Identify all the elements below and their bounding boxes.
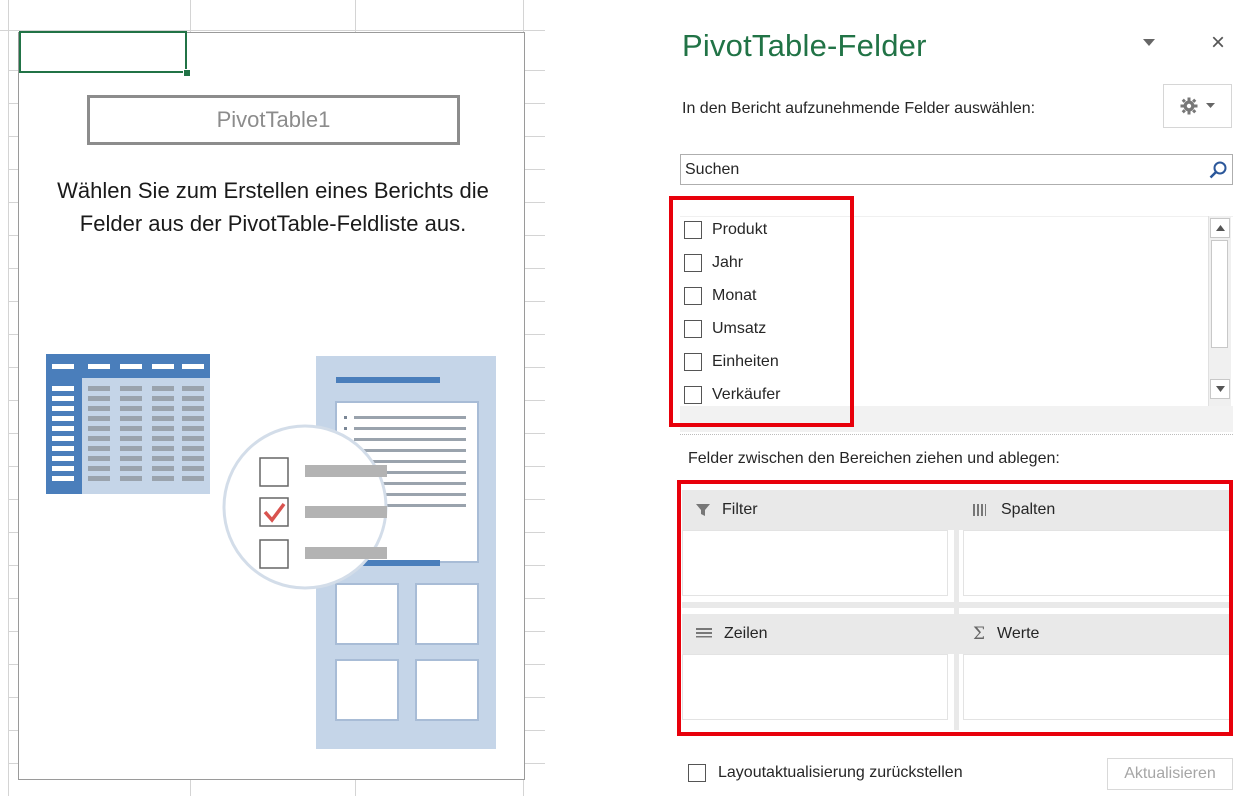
grid-line — [190, 0, 191, 32]
grid-line — [524, 466, 545, 467]
grid-line — [524, 730, 545, 731]
grid-line — [524, 697, 545, 698]
chevron-down-icon — [1143, 39, 1155, 46]
update-button[interactable]: Aktualisieren — [1107, 758, 1233, 790]
scroll-up-button[interactable] — [1210, 218, 1230, 238]
grid-line — [9, 136, 18, 137]
scroll-down-button[interactable] — [1210, 379, 1230, 399]
grid-line — [9, 466, 18, 467]
search-box — [680, 154, 1233, 185]
fill-handle[interactable] — [183, 69, 191, 77]
defer-layout-label: Layoutaktualisierung zurückstellen — [718, 764, 963, 781]
grid-line — [524, 235, 545, 236]
grid-line — [9, 334, 18, 335]
grid-line — [524, 664, 545, 665]
grid-line — [524, 433, 545, 434]
search-icon[interactable] — [1208, 160, 1228, 180]
highlight-areas — [677, 480, 1233, 736]
highlight-field-list — [669, 196, 854, 427]
selected-cell[interactable] — [19, 31, 187, 73]
grid-line — [524, 598, 545, 599]
grid-line — [524, 334, 545, 335]
grid-line — [9, 400, 18, 401]
grid-line — [524, 301, 545, 302]
grid-line — [9, 697, 18, 698]
field-list-settings-button[interactable] — [1163, 84, 1232, 128]
grid-line — [9, 565, 18, 566]
grid-line — [524, 367, 545, 368]
grid-line — [9, 235, 18, 236]
grid-line — [524, 136, 545, 137]
grid-line — [524, 499, 545, 500]
grid-line — [9, 169, 18, 170]
pane-footer: Layoutaktualisierung zurückstellen Aktua… — [680, 758, 1233, 790]
grid-line — [9, 664, 18, 665]
grid-line — [355, 0, 356, 32]
pivot-instructions: Wählen Sie zum Erstellen eines Berichts … — [57, 178, 489, 236]
grid-line — [9, 763, 18, 764]
grid-line — [9, 730, 18, 731]
grid-line — [9, 631, 18, 632]
grid-line — [9, 367, 18, 368]
search-input[interactable] — [683, 155, 1197, 184]
grid-line — [9, 433, 18, 434]
defer-layout-checkbox[interactable] — [688, 764, 706, 782]
pane-splitter[interactable] — [680, 434, 1233, 435]
drag-fields-label: Felder zwischen den Bereichen ziehen und… — [688, 450, 1060, 467]
grid-line — [524, 268, 545, 269]
grid-line — [524, 202, 545, 203]
grid-line — [9, 301, 18, 302]
grid-line — [9, 70, 18, 71]
grid-line — [9, 268, 18, 269]
grid-line — [9, 202, 18, 203]
gear-icon — [1180, 97, 1198, 115]
pivot-table-illustration-icon — [46, 354, 496, 749]
grid-line — [524, 70, 545, 71]
pivot-table-name: PivotTable1 — [87, 95, 460, 145]
grid-line — [524, 532, 545, 533]
grid-line — [9, 103, 18, 104]
grid-line — [524, 169, 545, 170]
grid-line — [9, 499, 18, 500]
grid-line — [524, 565, 545, 566]
close-button[interactable]: × — [1206, 29, 1230, 56]
grid-line — [9, 532, 18, 533]
grid-line — [8, 0, 9, 796]
chevron-down-icon — [1215, 386, 1225, 392]
grid-line — [355, 778, 356, 796]
grid-line — [190, 778, 191, 796]
chevron-down-icon — [1206, 103, 1215, 108]
scrollbar-thumb[interactable] — [1211, 240, 1228, 348]
choose-fields-label: In den Bericht aufzunehmende Felder ausw… — [682, 100, 1036, 117]
chevron-up-icon — [1215, 225, 1225, 231]
field-list-scrollbar[interactable] — [1208, 216, 1231, 406]
grid-line — [524, 400, 545, 401]
grid-line — [9, 598, 18, 599]
grid-line — [524, 631, 545, 632]
grid-line — [524, 103, 545, 104]
grid-line — [524, 763, 545, 764]
worksheet[interactable]: PivotTable1 Wählen Sie zum Erstellen ein… — [0, 0, 545, 796]
pane-title: PivotTable-Felder — [682, 28, 927, 63]
pane-options-button[interactable] — [1140, 36, 1158, 50]
